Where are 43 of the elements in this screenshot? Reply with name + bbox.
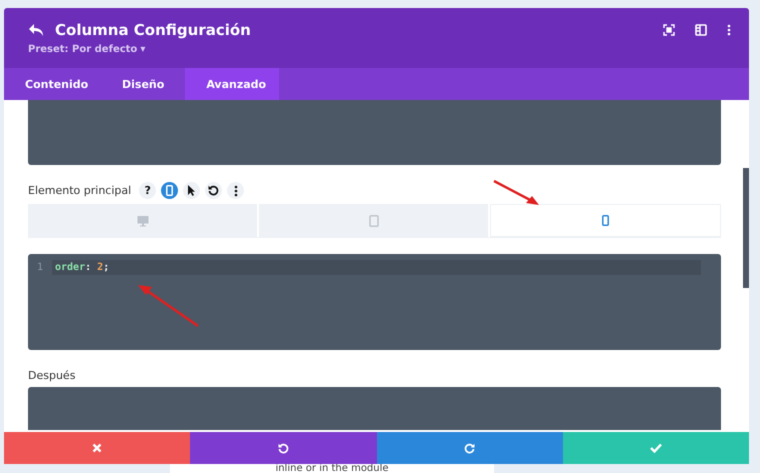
phone-icon — [166, 185, 174, 196]
save-button[interactable] — [562, 432, 749, 464]
focus-icon[interactable] — [663, 24, 675, 36]
tab[interactable]: Avanzado — [185, 68, 280, 100]
desktop-icon — [136, 214, 148, 226]
more-button[interactable] — [227, 182, 244, 199]
reset-icon — [278, 442, 289, 454]
caret-icon[interactable]: ▾ — [140, 44, 146, 55]
close-icon — [92, 443, 102, 453]
modal-title: Columna Configuración — [55, 21, 251, 39]
redo-icon — [464, 442, 476, 454]
field-label: Después — [28, 369, 76, 382]
tab[interactable]: Contenido — [4, 68, 101, 100]
line-number: 1 — [36, 262, 44, 273]
reset-icon — [208, 185, 220, 196]
device-tab[interactable] — [259, 204, 488, 237]
annotation-arrow — [492, 178, 542, 208]
device-tab[interactable] — [28, 204, 257, 237]
code-editor[interactable] — [28, 100, 721, 165]
field-label: Elemento principal — [28, 184, 132, 197]
hover-button[interactable] — [183, 182, 200, 199]
back-arrow-icon[interactable] — [28, 23, 44, 37]
check-icon — [650, 443, 662, 453]
undo-button[interactable] — [190, 432, 376, 464]
cursor-icon — [188, 185, 196, 196]
tablet-icon — [368, 214, 378, 226]
code-editor[interactable] — [28, 387, 721, 430]
phone-icon — [602, 215, 609, 226]
device-tab[interactable] — [490, 204, 721, 237]
help-button[interactable]: ? — [139, 182, 156, 199]
code-editor[interactable]: 1 order: 2; — [28, 254, 721, 350]
responsive-button[interactable] — [161, 182, 178, 199]
scrollbar[interactable] — [743, 168, 749, 288]
more-icon[interactable] — [234, 184, 238, 196]
more-icon[interactable] — [727, 24, 731, 36]
redo-button[interactable] — [376, 432, 563, 464]
preset-dropdown[interactable]: Preset: Por defecto — [28, 44, 138, 55]
background-text: inline or in the module — [275, 464, 389, 473]
annotation-arrow — [136, 284, 200, 328]
reset-button[interactable] — [205, 182, 222, 199]
cancel-button[interactable] — [4, 432, 190, 464]
tab[interactable]: Diseño — [101, 68, 186, 100]
sidebar-icon[interactable] — [695, 24, 707, 36]
